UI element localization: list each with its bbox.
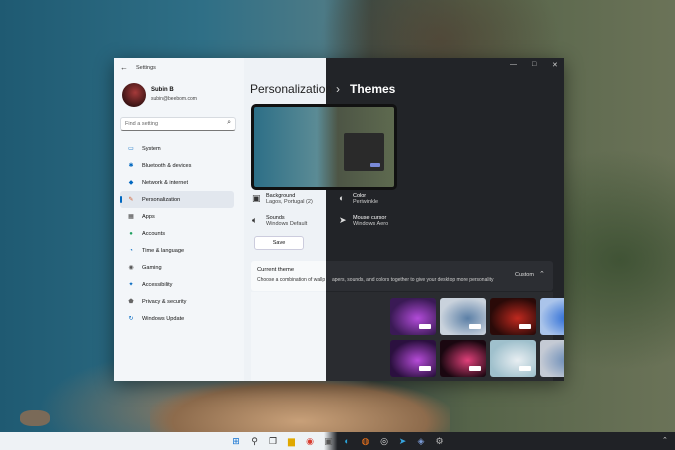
speaker-icon: 🔈︎ bbox=[252, 215, 258, 225]
windows-start-icon[interactable]: ⊞ bbox=[230, 435, 242, 447]
chevron-up-icon[interactable]: ⌃ bbox=[539, 270, 545, 278]
gamepad-icon: ◉ bbox=[128, 265, 134, 271]
sidebar-item-privacy-security[interactable]: ⬟ Privacy & security bbox=[120, 293, 234, 310]
sidebar-item-accessibility[interactable]: ✦ Accessibility bbox=[120, 276, 234, 293]
current-theme-value: Custom bbox=[515, 272, 534, 278]
back-arrow-icon[interactable]: ← bbox=[120, 63, 128, 72]
avatar[interactable] bbox=[122, 83, 146, 107]
steam-icon[interactable]: ◎ bbox=[378, 435, 390, 447]
sidebar-item-label: System bbox=[142, 145, 161, 152]
search-input[interactable]: Find a setting ⌕ bbox=[120, 117, 236, 131]
sidebar-item-apps[interactable]: ▦ Apps bbox=[120, 208, 234, 225]
task-view-icon[interactable]: ❐ bbox=[267, 435, 279, 447]
sidebar-item-label: Windows Update bbox=[142, 315, 185, 322]
sidebar-item-label: Accounts bbox=[142, 230, 166, 237]
theme-red-dark[interactable] bbox=[490, 298, 536, 335]
monitor-icon: ▭ bbox=[128, 146, 134, 152]
sidebar-item-label: Gaming bbox=[142, 264, 162, 271]
sidebar-item-windows-update[interactable]: ↻ Windows Update bbox=[120, 310, 234, 327]
settings-icon[interactable]: ⚙ bbox=[434, 435, 446, 447]
search-placeholder: Find a setting bbox=[125, 121, 159, 127]
sidebar-item-system[interactable]: ▭ System bbox=[120, 140, 234, 157]
chrome-icon[interactable]: ◉ bbox=[304, 435, 316, 447]
minimize-button[interactable]: — bbox=[510, 61, 517, 68]
search-icon[interactable]: ⚲ bbox=[249, 435, 261, 447]
bluetooth-icon: ✱ bbox=[128, 163, 134, 169]
window-title: Settings bbox=[136, 65, 156, 71]
sidebar-item-time-language[interactable]: ◔ Time & language bbox=[120, 242, 234, 259]
update-icon: ↻ bbox=[128, 316, 134, 322]
brush-icon: ✎ bbox=[128, 197, 134, 203]
palette-icon: ◐ bbox=[339, 193, 345, 203]
sidebar-item-label: Network & internet bbox=[142, 179, 189, 186]
themes-gallery bbox=[251, 292, 564, 381]
color-value: Periwinkle bbox=[353, 199, 379, 205]
sounds-value: Windows Default bbox=[266, 221, 308, 227]
apps-icon: ▦ bbox=[128, 214, 134, 220]
theme-flow-light[interactable] bbox=[440, 298, 486, 335]
theme-flow-light-2[interactable] bbox=[540, 340, 564, 377]
sidebar-item-network-internet[interactable]: ◆ Network & internet bbox=[120, 174, 234, 191]
image-icon: ▣ bbox=[252, 193, 261, 203]
sidebar-item-label: Apps bbox=[142, 213, 155, 220]
background-value: Lagos, Portugal (2) bbox=[266, 199, 313, 205]
taskbar: ⊞ ⚲ ❐ ▆ ◉ ▣ ◐ ◍ ◎ ➤ ◈ ⚙ ⌃ bbox=[0, 432, 675, 450]
current-theme-description-continued: apers, sounds, and colors together to gi… bbox=[332, 277, 494, 283]
color-setting[interactable]: ◐ Color Periwinkle bbox=[339, 193, 379, 205]
settings-window: ← Settings — □ ✕ Subin B subin@beebom.co… bbox=[114, 58, 564, 381]
breadcrumb-separator: › bbox=[336, 82, 340, 96]
person-icon: ● bbox=[129, 230, 133, 237]
cursor-icon: ➤ bbox=[339, 215, 347, 225]
search-icon: ⌕ bbox=[227, 119, 231, 126]
firefox-icon[interactable]: ◍ bbox=[360, 435, 372, 447]
sidebar-nav: ▭ System ✱ Bluetooth & devices ◆ Network & in… bbox=[120, 140, 234, 327]
telegram-icon[interactable]: ➤ bbox=[397, 435, 409, 447]
wifi-icon: ◆ bbox=[128, 180, 134, 186]
system-tray-chevron-icon[interactable]: ⌃ bbox=[662, 436, 668, 444]
background-setting[interactable]: ▣ Background Lagos, Portugal (2) bbox=[252, 193, 313, 205]
sidebar-item-gaming[interactable]: ◉ Gaming bbox=[120, 259, 234, 276]
mouse-cursor-value: Windows Aero bbox=[353, 221, 389, 227]
user-name: Subin B bbox=[151, 87, 174, 93]
wallpaper-rock bbox=[20, 410, 50, 426]
file-explorer-icon[interactable]: ▆ bbox=[286, 435, 298, 447]
mouse-cursor-setting[interactable]: ➤ Mouse cursor Windows Aero bbox=[339, 215, 389, 227]
store-icon[interactable]: ▣ bbox=[323, 435, 335, 447]
current-theme-header[interactable]: Current theme Choose a combination of wa… bbox=[251, 261, 553, 291]
sidebar-item-label: Time & language bbox=[142, 247, 185, 254]
theme-purple-dark-2[interactable] bbox=[390, 340, 436, 377]
preview-accent-button bbox=[370, 163, 380, 167]
save-button[interactable]: Save bbox=[254, 236, 304, 250]
app-icon[interactable]: ◈ bbox=[415, 435, 427, 447]
accessibility-icon: ✦ bbox=[128, 282, 134, 288]
sidebar-item-personalization[interactable]: ✎ Personalization bbox=[120, 191, 234, 208]
sidebar-item-bluetooth-devices[interactable]: ✱ Bluetooth & devices bbox=[120, 157, 234, 174]
user-email: subin@beebom.com bbox=[151, 96, 197, 102]
sounds-setting[interactable]: 🔈︎ Sounds Windows Default bbox=[252, 215, 308, 227]
sidebar-item-label: Personalization bbox=[142, 196, 181, 203]
sidebar-item-accounts[interactable]: ● Accounts bbox=[120, 225, 234, 242]
title-bar: ← Settings — □ ✕ bbox=[114, 58, 564, 78]
edge-icon[interactable]: ◐ bbox=[341, 435, 353, 447]
shield-icon: ⬟ bbox=[128, 299, 134, 305]
close-button[interactable]: ✕ bbox=[552, 61, 558, 69]
breadcrumb-personalization[interactable]: Personalization bbox=[250, 82, 332, 96]
theme-lake-light[interactable] bbox=[490, 340, 536, 377]
maximize-button[interactable]: □ bbox=[532, 61, 536, 68]
globe-clock-icon: ◔ bbox=[129, 247, 133, 254]
theme-preview bbox=[251, 104, 397, 190]
theme-flower-dark[interactable] bbox=[440, 340, 486, 377]
current-theme-description: Choose a combination of wallp bbox=[257, 277, 326, 283]
current-theme-title: Current theme bbox=[257, 267, 295, 273]
theme-bloom-light[interactable] bbox=[540, 298, 564, 335]
sidebar-item-label: Privacy & security bbox=[142, 298, 187, 305]
page-title: Themes bbox=[350, 82, 396, 96]
sidebar-item-label: Bluetooth & devices bbox=[142, 162, 192, 169]
wallpaper-coast bbox=[150, 378, 450, 432]
sidebar-item-label: Accessibility bbox=[142, 281, 173, 288]
theme-purple-dark[interactable] bbox=[390, 298, 436, 335]
